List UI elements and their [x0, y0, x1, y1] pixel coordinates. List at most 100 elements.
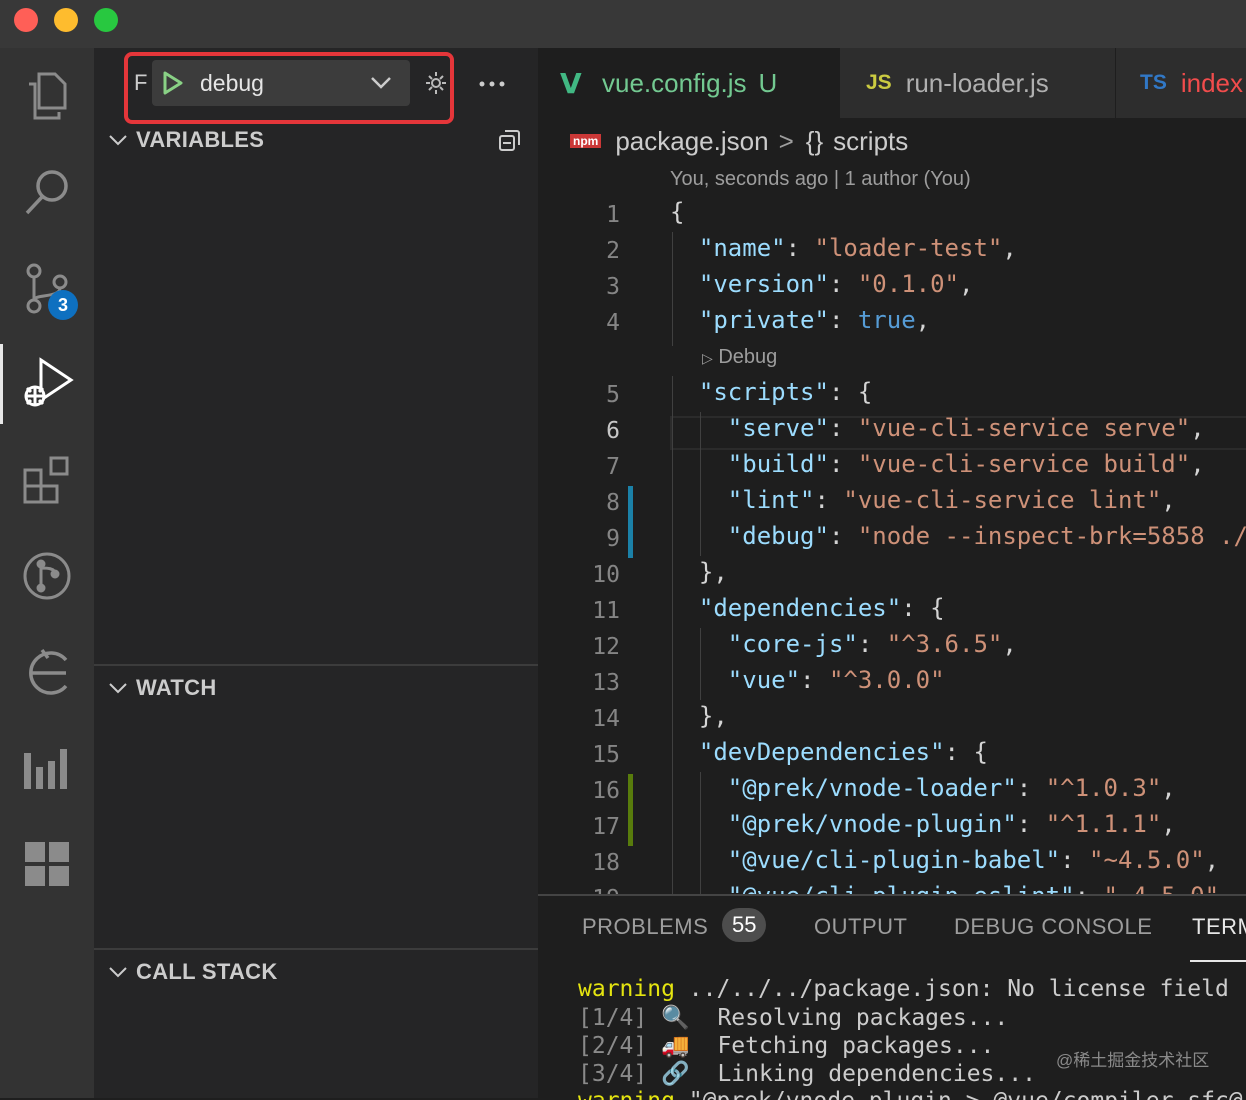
code-line[interactable]: "name": "loader-test",: [670, 234, 1017, 262]
extensions-icon[interactable]: [0, 440, 94, 520]
tab-problems[interactable]: PROBLEMS: [582, 914, 708, 940]
minimize-window-button[interactable]: [54, 8, 78, 32]
zoom-window-button[interactable]: [94, 8, 118, 32]
line-number[interactable]: 15: [538, 742, 620, 768]
indent-guide: [700, 412, 701, 556]
tab-terminal[interactable]: TERM: [1192, 914, 1246, 940]
call-stack-title: CALL STACK: [136, 959, 278, 984]
git-graph-icon[interactable]: [0, 536, 94, 616]
source-control-icon[interactable]: 3: [0, 248, 94, 328]
code-line[interactable]: "@vue/cli-plugin-babel": "~4.5.0",: [670, 846, 1219, 874]
code-line[interactable]: "devDependencies": {: [670, 738, 988, 766]
line-number[interactable]: 11: [538, 598, 620, 624]
tab-label: vue.config.js: [602, 67, 747, 98]
code-line[interactable]: "vue": "^3.0.0": [670, 666, 945, 694]
line-number[interactable]: 9: [538, 526, 620, 552]
line-number[interactable]: 4: [538, 310, 620, 336]
code-line[interactable]: },: [670, 558, 728, 586]
watermark: @稀土掘金技术社区: [1056, 1051, 1210, 1070]
git-added-bar[interactable]: [628, 774, 633, 846]
git-blame-lens[interactable]: You, seconds ago | 1 author (You): [670, 168, 971, 191]
line-number[interactable]: 14: [538, 706, 620, 732]
tab-output[interactable]: OUTPUT: [814, 914, 907, 940]
close-window-button[interactable]: [14, 8, 38, 32]
activity-bar: 3: [0, 48, 94, 1098]
breadcrumb-symbol[interactable]: scripts: [833, 126, 908, 157]
run-debug-icon[interactable]: [0, 344, 94, 424]
timeline-icon[interactable]: [0, 632, 94, 712]
grid-icon[interactable]: [0, 824, 94, 904]
terminal-line: [3/4] 🔗 Linking dependencies...: [578, 1061, 1036, 1087]
line-number[interactable]: 5: [538, 382, 620, 408]
code-line[interactable]: "private": true,: [670, 306, 930, 334]
line-number[interactable]: 6: [538, 418, 620, 444]
line-number[interactable]: 13: [538, 670, 620, 696]
watch-section-header[interactable]: WATCH: [94, 668, 538, 708]
code-line[interactable]: "debug": "node --inspect-brk=5858 ./: [670, 522, 1246, 550]
line-number[interactable]: 10: [538, 562, 620, 588]
code-line[interactable]: "dependencies": {: [670, 594, 945, 622]
section-divider: [94, 664, 538, 666]
link-icon: 🔗: [661, 1061, 690, 1087]
search-icon[interactable]: [0, 152, 94, 232]
breadcrumb-file[interactable]: package.json: [615, 126, 768, 157]
braces-icon: {}: [805, 125, 824, 156]
code-line[interactable]: "@prek/vnode-loader": "^1.0.3",: [670, 774, 1176, 802]
line-number[interactable]: 17: [538, 814, 620, 840]
code-line[interactable]: {: [670, 198, 684, 226]
variables-title: VARIABLES: [136, 127, 265, 152]
terminal-line: [1/4] 🔍 Resolving packages...: [578, 1005, 1009, 1031]
line-number[interactable]: 12: [538, 634, 620, 660]
line-number[interactable]: 1: [538, 202, 620, 228]
code-line[interactable]: "core-js": "^3.6.5",: [670, 630, 1017, 658]
active-tab-indicator: [1190, 960, 1246, 962]
line-number[interactable]: 3: [538, 274, 620, 300]
code-line[interactable]: "lint": "vue-cli-service lint",: [670, 486, 1176, 514]
code-line[interactable]: "version": "0.1.0",: [670, 270, 974, 298]
tab-run-loader[interactable]: JS run-loader.js: [840, 48, 1116, 118]
chevron-down-icon: [109, 967, 127, 978]
terminal-line: warning "@prek/vnode-plugin > @vue/compi…: [578, 1088, 1243, 1100]
code-line[interactable]: "@prek/vnode-plugin": "^1.1.1",: [670, 810, 1176, 838]
codelens-label: Debug: [718, 346, 778, 368]
truck-icon: 🚚: [661, 1033, 690, 1059]
chevron-down-icon: [109, 135, 127, 146]
tab-debug-console[interactable]: DEBUG CONSOLE: [954, 914, 1152, 940]
line-number[interactable]: 19: [538, 886, 620, 894]
indent-guide: [700, 772, 701, 894]
variables-section-header[interactable]: VARIABLES: [94, 120, 538, 160]
code-line[interactable]: "build": "vue-cli-service build",: [670, 450, 1205, 478]
more-actions-icon[interactable]: [478, 80, 506, 88]
line-number[interactable]: 8: [538, 490, 620, 516]
npm-icon: npm: [570, 134, 602, 148]
chart-icon[interactable]: [0, 728, 94, 808]
code-line[interactable]: "scripts": {: [670, 378, 872, 406]
debug-codelens[interactable]: ▷ Debug: [702, 346, 777, 369]
js-file-icon: JS: [866, 71, 892, 94]
collapse-all-icon[interactable]: [498, 128, 522, 152]
line-number[interactable]: 18: [538, 850, 620, 876]
code-line[interactable]: "@vue/cli-plugin-eslint": "~4.5.0": [670, 882, 1219, 894]
git-modified-bar[interactable]: [628, 486, 633, 558]
breadcrumb-separator: >: [778, 125, 794, 156]
tab-index[interactable]: TS index: [1116, 48, 1246, 118]
terminal-line: [2/4] 🚚 Fetching packages...: [578, 1033, 995, 1059]
line-number[interactable]: 16: [538, 778, 620, 804]
vue-file-icon: V: [560, 66, 582, 100]
tab-vue-config[interactable]: V vue.config.js U: [538, 48, 840, 118]
call-stack-section-header[interactable]: CALL STACK: [94, 952, 538, 992]
line-number[interactable]: 7: [538, 454, 620, 480]
debug-sidebar: F debug VARIABLES WATCH CALL STACK: [94, 48, 538, 1098]
code-line[interactable]: },: [670, 702, 728, 730]
scm-count-badge: 3: [48, 290, 78, 320]
line-number[interactable]: 2: [538, 238, 620, 264]
tab-status: U: [758, 67, 778, 98]
breadcrumb: npm package.json > {} scripts: [538, 118, 1246, 164]
code-line[interactable]: "serve": "vue-cli-service serve",: [670, 414, 1205, 442]
indent-guide: [672, 232, 673, 346]
code-editor[interactable]: You, seconds ago | 1 author (You) ▷ Debu…: [538, 164, 1246, 894]
problems-count-badge: 55: [722, 908, 767, 942]
magnifier-icon: 🔍: [661, 1005, 690, 1031]
tab-label: index: [1180, 67, 1243, 98]
explorer-icon[interactable]: [0, 56, 94, 136]
